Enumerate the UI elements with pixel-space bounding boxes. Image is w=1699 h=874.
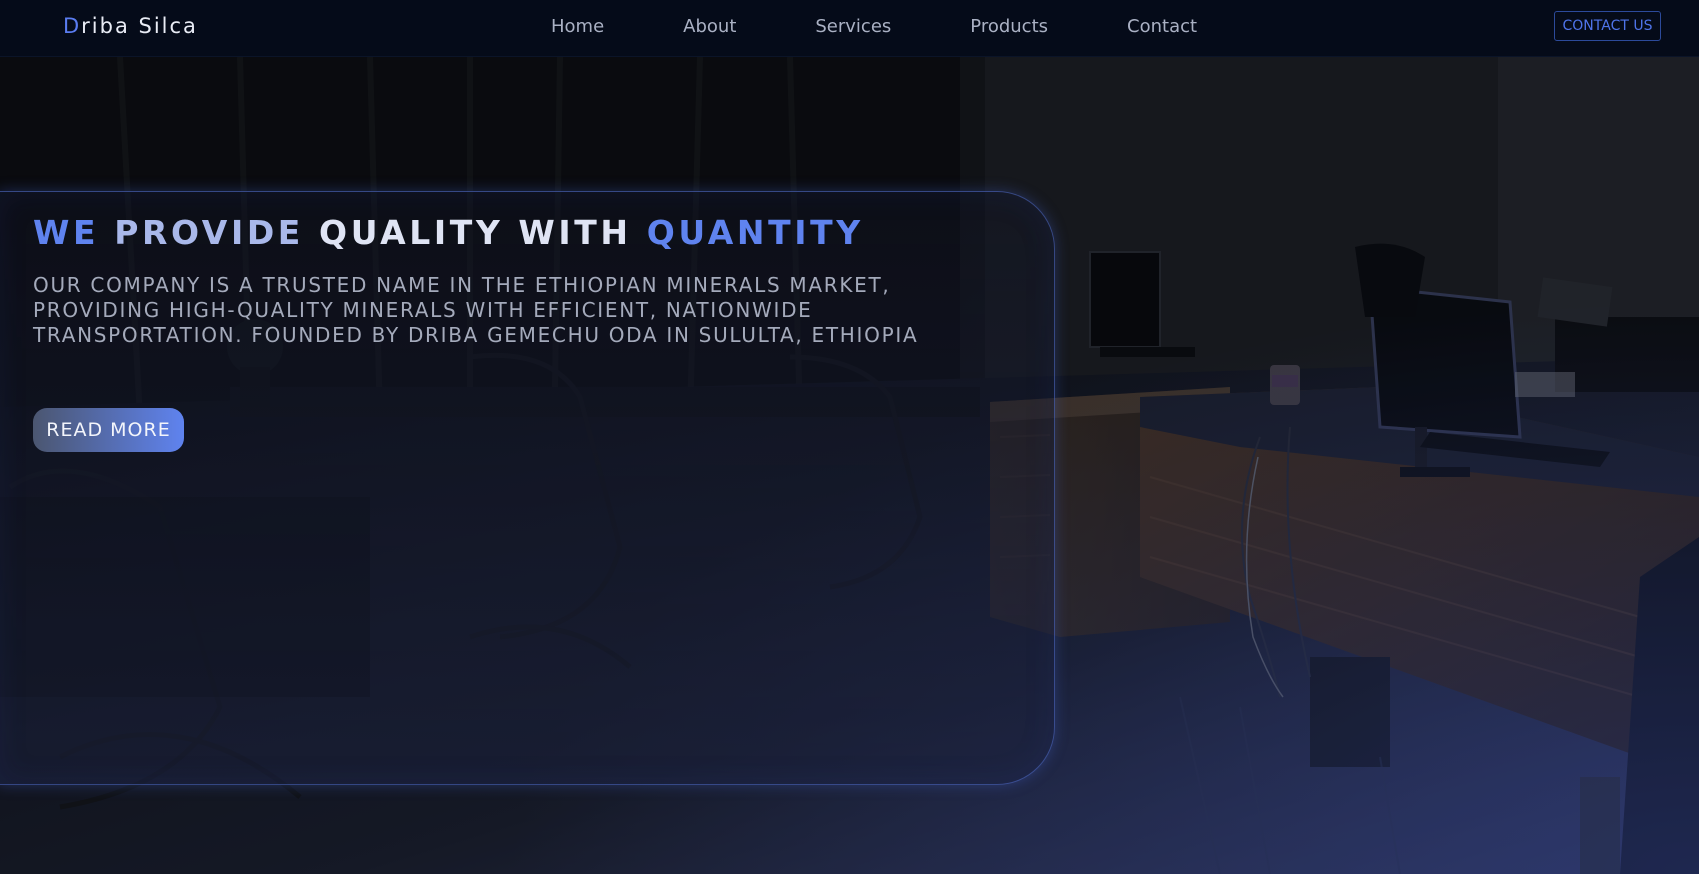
headline-part-provide: PROVIDE (114, 213, 320, 252)
nav-home[interactable]: Home (551, 16, 604, 37)
headline-part-we: WE (33, 213, 115, 252)
navbar: Driba Silca Home About Services Products… (0, 0, 1699, 57)
headline-part-quantity: QUANTITY (646, 213, 864, 252)
headline-part-quality-with: QUALITY WITH (319, 213, 647, 252)
read-more-button[interactable]: READ MORE (33, 408, 184, 452)
contact-us-button[interactable]: CONTACT US (1554, 11, 1661, 41)
nav-contact[interactable]: Contact (1127, 16, 1197, 37)
brand-logo[interactable]: Driba Silca (63, 14, 198, 38)
nav-products[interactable]: Products (970, 16, 1048, 37)
logo-first-letter: D (63, 14, 82, 38)
nav-about[interactable]: About (683, 16, 736, 37)
main-nav: Home About Services Products Contact (551, 16, 1197, 37)
nav-services[interactable]: Services (815, 16, 891, 37)
hero-headline: WE PROVIDE QUALITY WITH QUANTITY (33, 213, 864, 252)
hero-description: OUR COMPANY IS A TRUSTED NAME IN THE ETH… (33, 273, 919, 347)
logo-text: riba Silca (81, 14, 198, 38)
